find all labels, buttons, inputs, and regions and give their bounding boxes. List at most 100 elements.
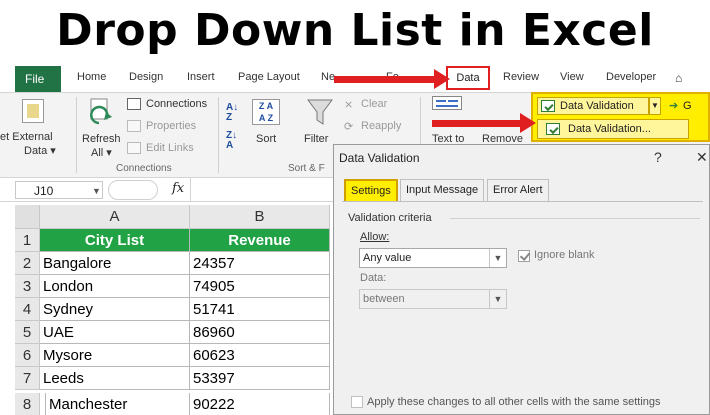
reapply-button[interactable]: Reapply xyxy=(361,120,401,132)
connections-button[interactable]: Connections xyxy=(146,98,207,110)
refresh-icon[interactable] xyxy=(89,97,115,127)
table-cell-city[interactable]: Sydney xyxy=(40,298,190,321)
edit-links-button[interactable]: Edit Links xyxy=(146,142,194,154)
row-header[interactable]: 6 xyxy=(15,344,40,367)
data-validation-icon xyxy=(541,100,555,112)
connections-icon xyxy=(127,98,141,110)
sort-dialog-icon[interactable]: Z AA Z xyxy=(252,99,280,125)
dialog-title: Data Validation xyxy=(339,151,420,165)
tab-file[interactable]: File xyxy=(15,66,61,92)
row-header[interactable]: 8 xyxy=(15,393,40,415)
refresh-label[interactable]: Refresh xyxy=(82,133,121,145)
apply-all-checkbox[interactable] xyxy=(351,396,363,408)
table-cell-city[interactable]: UAE xyxy=(40,321,190,344)
table-cell-revenue[interactable]: 53397 xyxy=(190,367,330,390)
help-button[interactable]: ? xyxy=(654,149,662,165)
tab-data[interactable]: Data xyxy=(446,66,490,90)
column-header-b[interactable]: B xyxy=(190,205,330,229)
sort-filter-group-label: Sort & F xyxy=(288,163,325,174)
data-validation-menu-icon xyxy=(546,123,560,135)
formula-bar: J10 ▼ fx xyxy=(0,178,335,202)
allow-label: Allow: xyxy=(360,231,390,243)
name-box[interactable]: J10 ▼ xyxy=(15,181,103,199)
properties-button[interactable]: Properties xyxy=(146,120,196,132)
data-validation-menu-item[interactable]: Data Validation... xyxy=(537,119,689,139)
row-header[interactable]: 2 xyxy=(15,252,40,275)
refresh-label-2[interactable]: All ▾ xyxy=(91,146,112,159)
data-select-value: between xyxy=(363,293,405,305)
get-external-data-label-2[interactable]: Data ▾ xyxy=(24,144,56,157)
ignore-blank-checkbox[interactable] xyxy=(518,250,530,262)
data-validation-label: Data Validation xyxy=(560,100,634,112)
clear-icon: ⨯ xyxy=(344,99,354,111)
tab-view[interactable]: View xyxy=(560,71,584,83)
table-cell-city[interactable]: Mysore xyxy=(40,344,190,367)
connections-group-label: Connections xyxy=(116,163,172,174)
table-cell-city[interactable]: London xyxy=(40,275,190,298)
tab-insert[interactable]: Insert xyxy=(187,71,215,83)
filter-button[interactable]: Filter xyxy=(304,133,328,145)
data-validation-menu-label: Data Validation... xyxy=(568,123,651,135)
external-data-icon[interactable] xyxy=(22,99,44,123)
edit-links-icon xyxy=(127,142,141,154)
formula-controls xyxy=(108,180,158,200)
sort-za-icon[interactable]: Z↓ A xyxy=(226,131,237,151)
tab-design[interactable]: Design xyxy=(129,71,163,83)
table-cell-revenue[interactable]: 86960 xyxy=(190,321,330,344)
tab-page-layout[interactable]: Page Layout xyxy=(238,71,300,83)
data-select[interactable]: between ▼ xyxy=(359,289,507,309)
table-cell-revenue[interactable]: 24357 xyxy=(190,252,330,275)
goal-label: G xyxy=(683,100,692,112)
reapply-icon: ⟳ xyxy=(344,121,354,133)
tab-developer[interactable]: Developer xyxy=(606,71,656,83)
tab-review[interactable]: Review xyxy=(503,71,539,83)
name-box-dropdown-icon[interactable]: ▼ xyxy=(92,182,101,200)
table-cell-city[interactable]: Bangalore xyxy=(40,252,190,275)
allow-select[interactable]: Any value ▼ xyxy=(359,248,507,268)
table-cell-city[interactable]: Manchester xyxy=(45,393,190,415)
row-header[interactable]: 5 xyxy=(15,321,40,344)
pointer-arrow-head-icon xyxy=(434,69,450,89)
data-label: Data: xyxy=(360,272,387,284)
chevron-down-icon: ▼ xyxy=(489,290,506,308)
table-cell-revenue[interactable]: 74905 xyxy=(190,275,330,298)
table-cell-revenue[interactable]: 60623 xyxy=(190,344,330,367)
data-validation-dropdown-icon[interactable]: ▼ xyxy=(649,97,661,115)
tab-error-alert[interactable]: Error Alert xyxy=(487,179,549,201)
table-cell-revenue[interactable]: 90222 xyxy=(190,393,330,415)
apply-all-label: Apply these changes to all other cells w… xyxy=(367,396,661,408)
table-cell-revenue[interactable]: 51741 xyxy=(190,298,330,321)
select-all-corner[interactable] xyxy=(15,205,40,229)
text-to-columns-icon[interactable] xyxy=(432,96,462,110)
tab-new[interactable]: Ne xyxy=(321,71,335,83)
filter-icon[interactable] xyxy=(306,97,334,127)
tab-home[interactable]: Home xyxy=(77,71,106,83)
page-title: Drop Down List in Excel xyxy=(56,5,654,56)
data-validation-highlight: Data Validation ▼ ➔ G Data Validation... xyxy=(531,92,710,142)
table-header-revenue[interactable]: Revenue xyxy=(190,229,330,252)
data-validation-button[interactable]: Data Validation xyxy=(537,97,649,115)
allow-select-value: Any value xyxy=(363,252,412,264)
column-header-a[interactable]: A xyxy=(40,205,190,229)
table-header-city[interactable]: City List xyxy=(40,229,190,252)
row-header[interactable]: 1 xyxy=(15,229,40,252)
data-validation-dialog: Data Validation ? ✕ Settings Input Messa… xyxy=(333,144,710,415)
ignore-blank-label: Ignore blank xyxy=(534,249,595,261)
spreadsheet-grid: A B 1 City List Revenue 2 Bangalore 2435… xyxy=(15,205,335,415)
chevron-down-icon: ▼ xyxy=(489,249,506,267)
close-icon[interactable]: ✕ xyxy=(696,149,708,166)
sort-button[interactable]: Sort xyxy=(256,133,276,145)
get-external-data-label[interactable]: et External xyxy=(0,131,53,143)
insert-function-icon[interactable]: fx xyxy=(172,181,184,196)
table-cell-city[interactable]: Leeds xyxy=(40,367,190,390)
collapse-ribbon-icon[interactable]: ⌂ xyxy=(675,71,682,85)
row-header[interactable]: 4 xyxy=(15,298,40,321)
sort-az-icon[interactable]: A↓ Z xyxy=(226,103,238,123)
pointer-arrow-2-head-icon xyxy=(520,113,536,133)
tab-settings[interactable]: Settings xyxy=(344,179,398,201)
tab-input-message[interactable]: Input Message xyxy=(400,179,485,201)
row-header[interactable]: 7 xyxy=(15,367,40,390)
row-header[interactable]: 3 xyxy=(15,275,40,298)
clear-button[interactable]: Clear xyxy=(361,98,387,110)
goal-seek-button[interactable]: ➔ G xyxy=(667,97,705,115)
